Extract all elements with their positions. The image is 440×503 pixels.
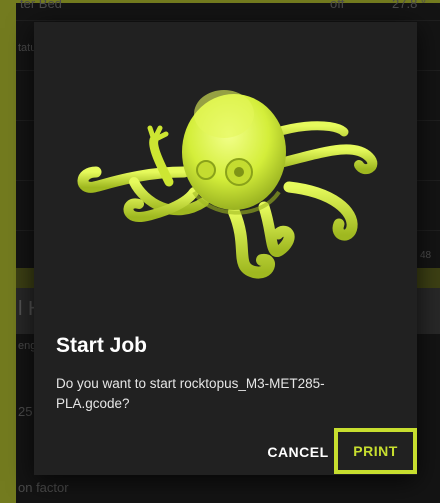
octopus-model-icon (77, 90, 378, 279)
dialog-title: Start Job (56, 334, 148, 357)
dialog-message: Do you want to start rocktopus_M3-MET285… (56, 376, 325, 411)
start-job-dialog: Start Job Do you want to start rocktopus… (34, 22, 417, 475)
cancel-button[interactable]: CANCEL (261, 432, 335, 472)
print-button[interactable]: PRINT (334, 428, 417, 474)
